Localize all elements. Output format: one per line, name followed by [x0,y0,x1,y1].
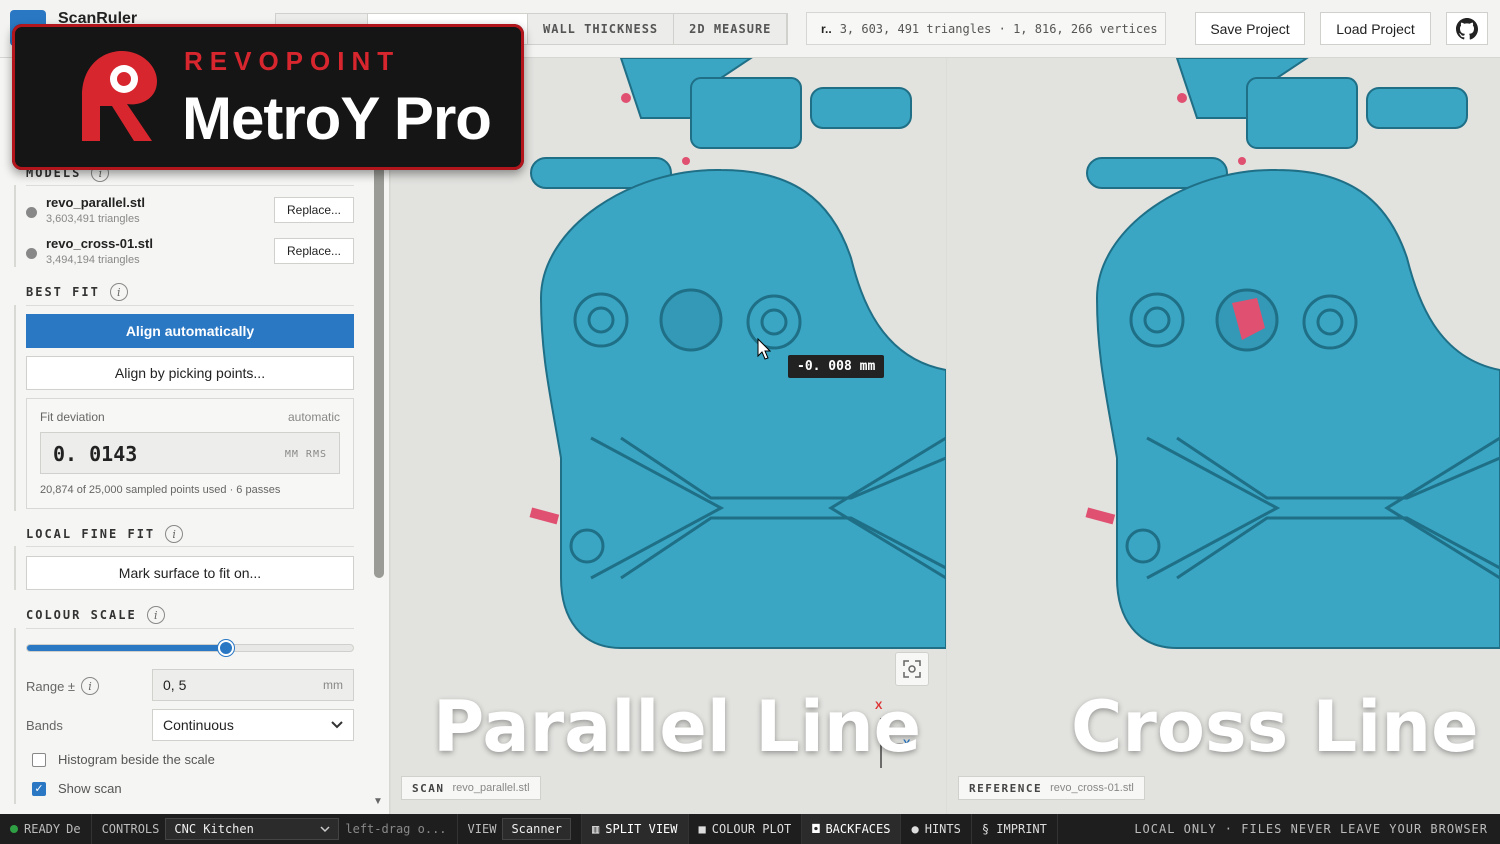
model-row-parallel: revo_parallel.stl 3,603,491 triangles Re… [26,195,356,231]
mark-surface-button[interactable]: Mark surface to fit on... [26,556,354,590]
controls-group: CONTROLS CNC Kitchen left-drag o... [92,814,458,844]
save-project-button[interactable]: Save Project [1195,12,1305,45]
fit-sample-note: 20,874 of 25,000 sampled points used · 6… [40,484,281,496]
divider [26,305,354,306]
range-unit: mm [323,678,343,692]
fit-deviation-unit: MM RMS [284,449,327,460]
tag-file: revo_cross-01.stl [1050,782,1134,794]
slider-thumb[interactable] [217,640,234,656]
bands-label: Bands [26,718,63,733]
colour-scale-heading: COLOUR SCALE i [26,606,165,624]
split-view-toggle[interactable]: ▥ SPLIT VIEW [582,814,689,844]
fit-view-button[interactable] [895,652,929,686]
section-line [14,305,16,511]
mouse-cursor-icon [757,338,771,360]
viewport-reference[interactable]: Cross Line REFERENCE revo_cross-01.stl [947,58,1500,814]
tag-kind: REFERENCE [969,781,1043,795]
fit-deviation-panel: Fit deviation automatic 0. 0143 MM RMS 2… [26,398,354,509]
status-dot-icon [10,825,18,833]
tag-kind: SCAN [412,781,445,795]
tag-file: revo_parallel.stl [452,782,530,794]
divider [26,185,354,186]
colour-scale-slider[interactable] [26,640,354,656]
show-scan-checkbox[interactable]: ✓ [32,781,46,796]
viewport-scan[interactable]: -0. 008 mm X Y Parallel Line SCAN revo_p… [391,58,946,814]
fit-deviation-readout: 0. 0143 MM RMS [40,432,340,474]
brand-title: MetroY Pro [182,85,492,152]
histogram-checkbox[interactable] [32,752,46,767]
mesh-stats: 3, 603, 491 triangles · 1, 816, 266 vert… [839,21,1158,36]
range-label: Range ± i [26,677,100,695]
section-line [14,185,16,267]
model-visibility-dot[interactable] [26,207,37,218]
status-ready: READY De [0,814,92,844]
divider [26,628,354,629]
scroll-down-icon[interactable]: ▼ [373,796,383,807]
viewport-tag: SCAN revo_parallel.stl [401,776,541,800]
model-name: revo_cross-01.stl [46,236,153,251]
chevron-down-icon [320,825,330,832]
fit-view-icon [903,660,921,678]
viewport-caption: Parallel Line [433,686,922,768]
fit-deviation-mode: automatic [287,410,340,424]
align-by-picking-button[interactable]: Align by picking points... [26,356,354,390]
chevron-down-icon [331,721,343,729]
hints-toggle[interactable]: ● HINTS [901,814,972,844]
sidebar-scrollbar[interactable] [374,158,384,578]
brand-overlay: REVOPOINT MetroY Pro [12,24,524,170]
info-icon[interactable]: i [146,606,165,624]
bands-select[interactable]: Continuous [152,709,354,741]
privacy-note: LOCAL ONLY · FILES NEVER LEAVE YOUR BROW… [1134,822,1488,836]
status-bar: READY De CONTROLS CNC Kitchen left-drag … [0,814,1500,844]
fit-deviation-label: Fit deviation [40,410,105,424]
fit-deviation-value: 0. 0143 [53,442,138,466]
github-button[interactable] [1446,12,1488,45]
measurement-tooltip: -0. 008 mm [788,355,885,378]
colour-plot-toggle[interactable]: ■ COLOUR PLOT [689,814,803,844]
viewport-tag: REFERENCE revo_cross-01.stl [958,776,1145,800]
info-icon[interactable]: i [81,677,100,695]
mesh-name: r.. [821,21,832,36]
divider [26,546,354,547]
mesh-info: r.. 3, 603, 491 triangles · 1, 816, 266 … [806,12,1166,45]
tab-2d-measure[interactable]: 2D MEASURE [674,14,788,44]
tab-wall-thickness[interactable]: WALL THICKNESS [528,14,675,44]
slider-fill [27,645,226,651]
range-input[interactable]: 0, 5 mm [152,669,354,701]
load-project-button[interactable]: Load Project [1320,12,1431,45]
model-triangles: 3,494,194 triangles [46,254,140,266]
model-triangles: 3,603,491 triangles [46,213,140,225]
section-line [14,628,16,804]
controls-hint: left-drag o... [345,822,447,836]
histogram-toggle[interactable]: Histogram beside the scale [32,752,215,767]
revopoint-logo-icon [82,51,157,141]
model-name: revo_parallel.stl [46,195,145,210]
brand-subtitle: REVOPOINT [184,46,401,76]
view-group: VIEW Scanner [458,814,583,844]
model-visibility-dot[interactable] [26,248,37,259]
backfaces-toggle[interactable]: ◘ BACKFACES [802,814,902,844]
controls-select[interactable]: CNC Kitchen [165,818,340,840]
view-select[interactable]: Scanner [502,818,572,840]
model-row-cross: revo_cross-01.stl 3,494,194 triangles Re… [26,236,356,272]
viewport-caption: Cross Line [1071,686,1479,768]
github-icon [1456,17,1478,40]
replace-button[interactable]: Replace... [274,197,354,223]
align-automatically-button[interactable]: Align automatically [26,314,354,348]
best-fit-heading: BEST FIT i [26,283,128,301]
local-fine-fit-heading: LOCAL FINE FIT i [26,525,184,543]
sidebar: ▼ MODELS i revo_parallel.stl 3,603,491 tr… [0,58,390,814]
show-scan-toggle[interactable]: ✓ Show scan [32,781,122,796]
replace-button[interactable]: Replace... [274,238,354,264]
imprint-link[interactable]: § IMPRINT [972,814,1058,844]
info-icon[interactable]: i [165,525,184,543]
info-icon[interactable]: i [109,283,128,301]
section-line [14,546,16,590]
